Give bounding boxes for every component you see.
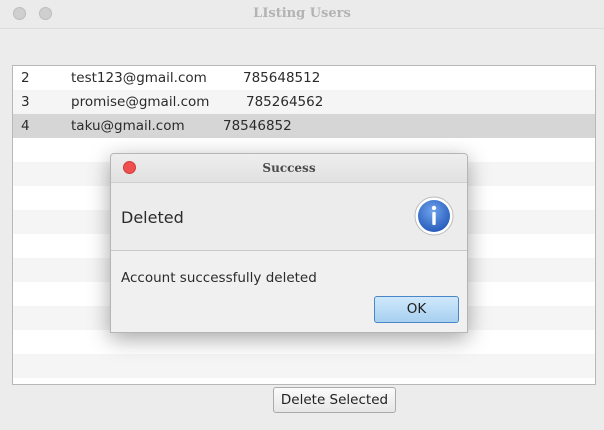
table-empty-row[interactable] bbox=[13, 354, 595, 378]
table-cell-id: 4 bbox=[21, 118, 30, 134]
listing-users-window: LIsting Users 2 test123@gmail.com 785648… bbox=[0, 0, 604, 430]
window-title: LIsting Users bbox=[253, 6, 351, 21]
dialog-heading: Deleted bbox=[121, 208, 184, 227]
delete-selected-button[interactable]: Delete Selected bbox=[273, 387, 396, 413]
table-cell-id: 2 bbox=[21, 70, 30, 86]
table-row[interactable]: 3 promise@gmail.com 785264562 bbox=[13, 90, 595, 114]
table-cell-phone: 78546852 bbox=[223, 118, 292, 134]
table-row[interactable]: 2 test123@gmail.com 785648512 bbox=[13, 66, 595, 90]
success-dialog: Success Deleted Account successfully del… bbox=[110, 153, 468, 333]
dialog-title: Success bbox=[262, 161, 316, 175]
ok-button[interactable]: OK bbox=[374, 296, 459, 323]
table-cell-phone: 785264562 bbox=[246, 94, 324, 110]
dialog-titlebar: Success bbox=[111, 154, 467, 183]
table-cell-email: test123@gmail.com bbox=[71, 70, 207, 86]
table-cell-phone: 785648512 bbox=[243, 70, 321, 86]
table-empty-row[interactable] bbox=[13, 330, 595, 354]
window-titlebar: LIsting Users bbox=[0, 0, 604, 29]
table-cell-email: promise@gmail.com bbox=[71, 94, 210, 110]
info-icon bbox=[414, 196, 454, 236]
table-cell-id: 3 bbox=[21, 94, 30, 110]
dialog-message: Account successfully deleted bbox=[121, 270, 317, 286]
table-row-selected[interactable]: 4 taku@gmail.com 78546852 bbox=[13, 114, 595, 138]
table-cell-email: taku@gmail.com bbox=[71, 118, 185, 134]
dialog-header: Deleted bbox=[111, 183, 467, 251]
